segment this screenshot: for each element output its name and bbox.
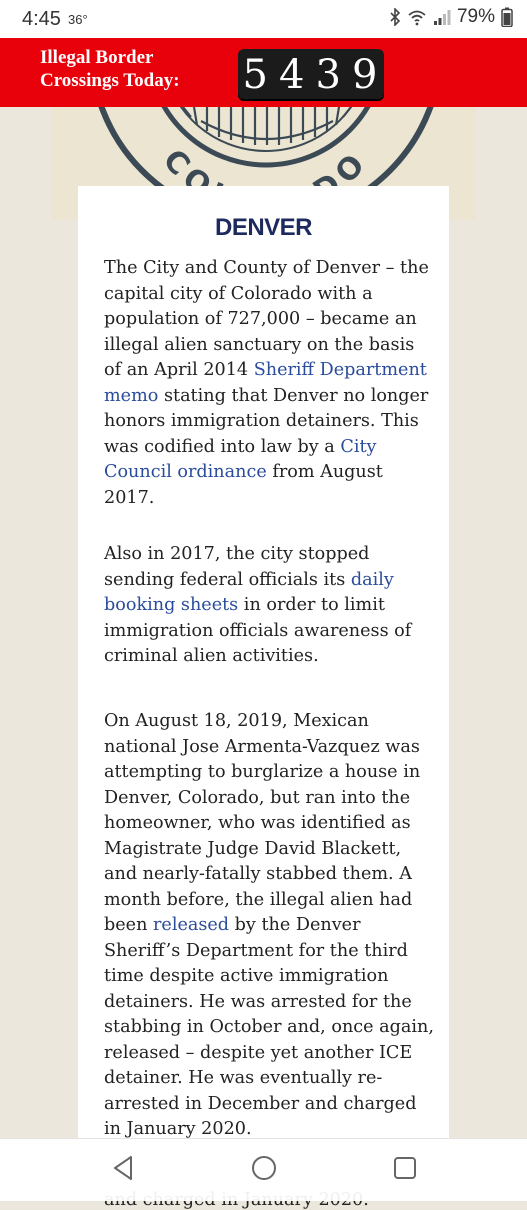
back-button[interactable]: [102, 1153, 146, 1187]
wifi-icon: [407, 8, 427, 26]
status-time: 4:45: [22, 8, 61, 30]
released-link[interactable]: released: [153, 915, 229, 935]
paragraph-text: On August 18, 2019, Mexican national Jos…: [104, 711, 421, 935]
back-icon: [111, 1154, 137, 1186]
banner-label-line1: Illegal Border: [40, 47, 154, 68]
banner-label-line2: Crossings Today:: [40, 70, 180, 91]
recents-icon: [392, 1155, 418, 1185]
denver-article-card: DENVER The City and County of Denver – t…: [78, 186, 449, 1146]
counter-digit: 4: [279, 52, 307, 98]
crossings-counter: 5 4 3 9: [238, 49, 384, 101]
bluetooth-icon: [389, 8, 401, 26]
counter-digit: 3: [315, 52, 343, 98]
navigation-bar: [0, 1138, 527, 1201]
status-temperature: 36°: [68, 12, 88, 27]
article-paragraph-2: Also in 2017, the city stopped sending f…: [104, 542, 434, 670]
article-paragraph-3: On August 18, 2019, Mexican national Jos…: [104, 709, 434, 1143]
banner-label: Illegal Border Crossings Today:: [40, 46, 180, 92]
battery-percent: 79%: [456, 6, 495, 27]
battery-icon: [501, 7, 513, 27]
paragraph-text: Also in 2017, the city stopped sending f…: [104, 544, 370, 590]
counter-digit: 5: [242, 52, 270, 98]
signal-icon: [433, 8, 451, 26]
border-crossings-banner: Illegal Border Crossings Today: 5 4 3 9: [0, 38, 527, 107]
article-paragraph-1: The City and County of Denver – the capi…: [104, 256, 434, 511]
counter-digit: 9: [352, 52, 380, 98]
home-button[interactable]: [242, 1153, 286, 1187]
paragraph-text: by the Denver Sheriff’s Department for t…: [104, 915, 434, 1139]
recents-button[interactable]: [383, 1153, 427, 1187]
status-icons: 79%: [389, 6, 513, 28]
article-title: DENVER: [214, 214, 313, 241]
status-bar: 4:45 36° 79%: [0, 0, 527, 38]
home-icon: [250, 1154, 278, 1186]
